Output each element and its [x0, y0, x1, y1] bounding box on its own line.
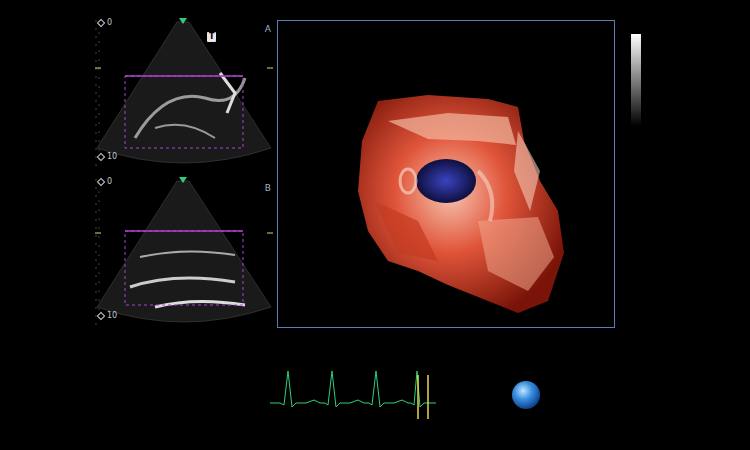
ultrasound-view[interactable]: 0 10 A T [95, 18, 273, 170]
view-label: B [265, 183, 271, 194]
orientation-sphere-icon[interactable] [512, 381, 540, 409]
ultrasound-sector-icon [95, 18, 273, 170]
depth-end: 10 [98, 152, 117, 162]
depth-marker-icon [97, 312, 105, 320]
ultrasound-view[interactable]: 0 10 B [95, 177, 273, 329]
ultrasound-sector-icon [95, 177, 273, 329]
echo-screen: 0 10 A T 0 10 B [0, 0, 750, 450]
depth-end: 10 [98, 311, 117, 321]
heart-render-icon [278, 21, 614, 327]
ecg-trace-icon [270, 369, 436, 421]
depth-marker-icon [97, 19, 105, 27]
depth-start: 0 [98, 177, 112, 187]
3d-render-view[interactable] [277, 20, 615, 328]
view-badge: T [207, 32, 216, 42]
depth-start: 0 [98, 18, 112, 28]
view-label: A [265, 24, 271, 35]
gray-scale-bar [631, 34, 641, 126]
depth-marker-icon [97, 153, 105, 161]
depth-end-text: 10 [107, 152, 117, 162]
depth-start-text: 0 [107, 18, 112, 28]
depth-end-text: 10 [107, 311, 117, 321]
view-column: 0 10 A T 0 10 B [95, 18, 273, 329]
depth-start-text: 0 [107, 177, 112, 187]
depth-marker-icon [97, 178, 105, 186]
